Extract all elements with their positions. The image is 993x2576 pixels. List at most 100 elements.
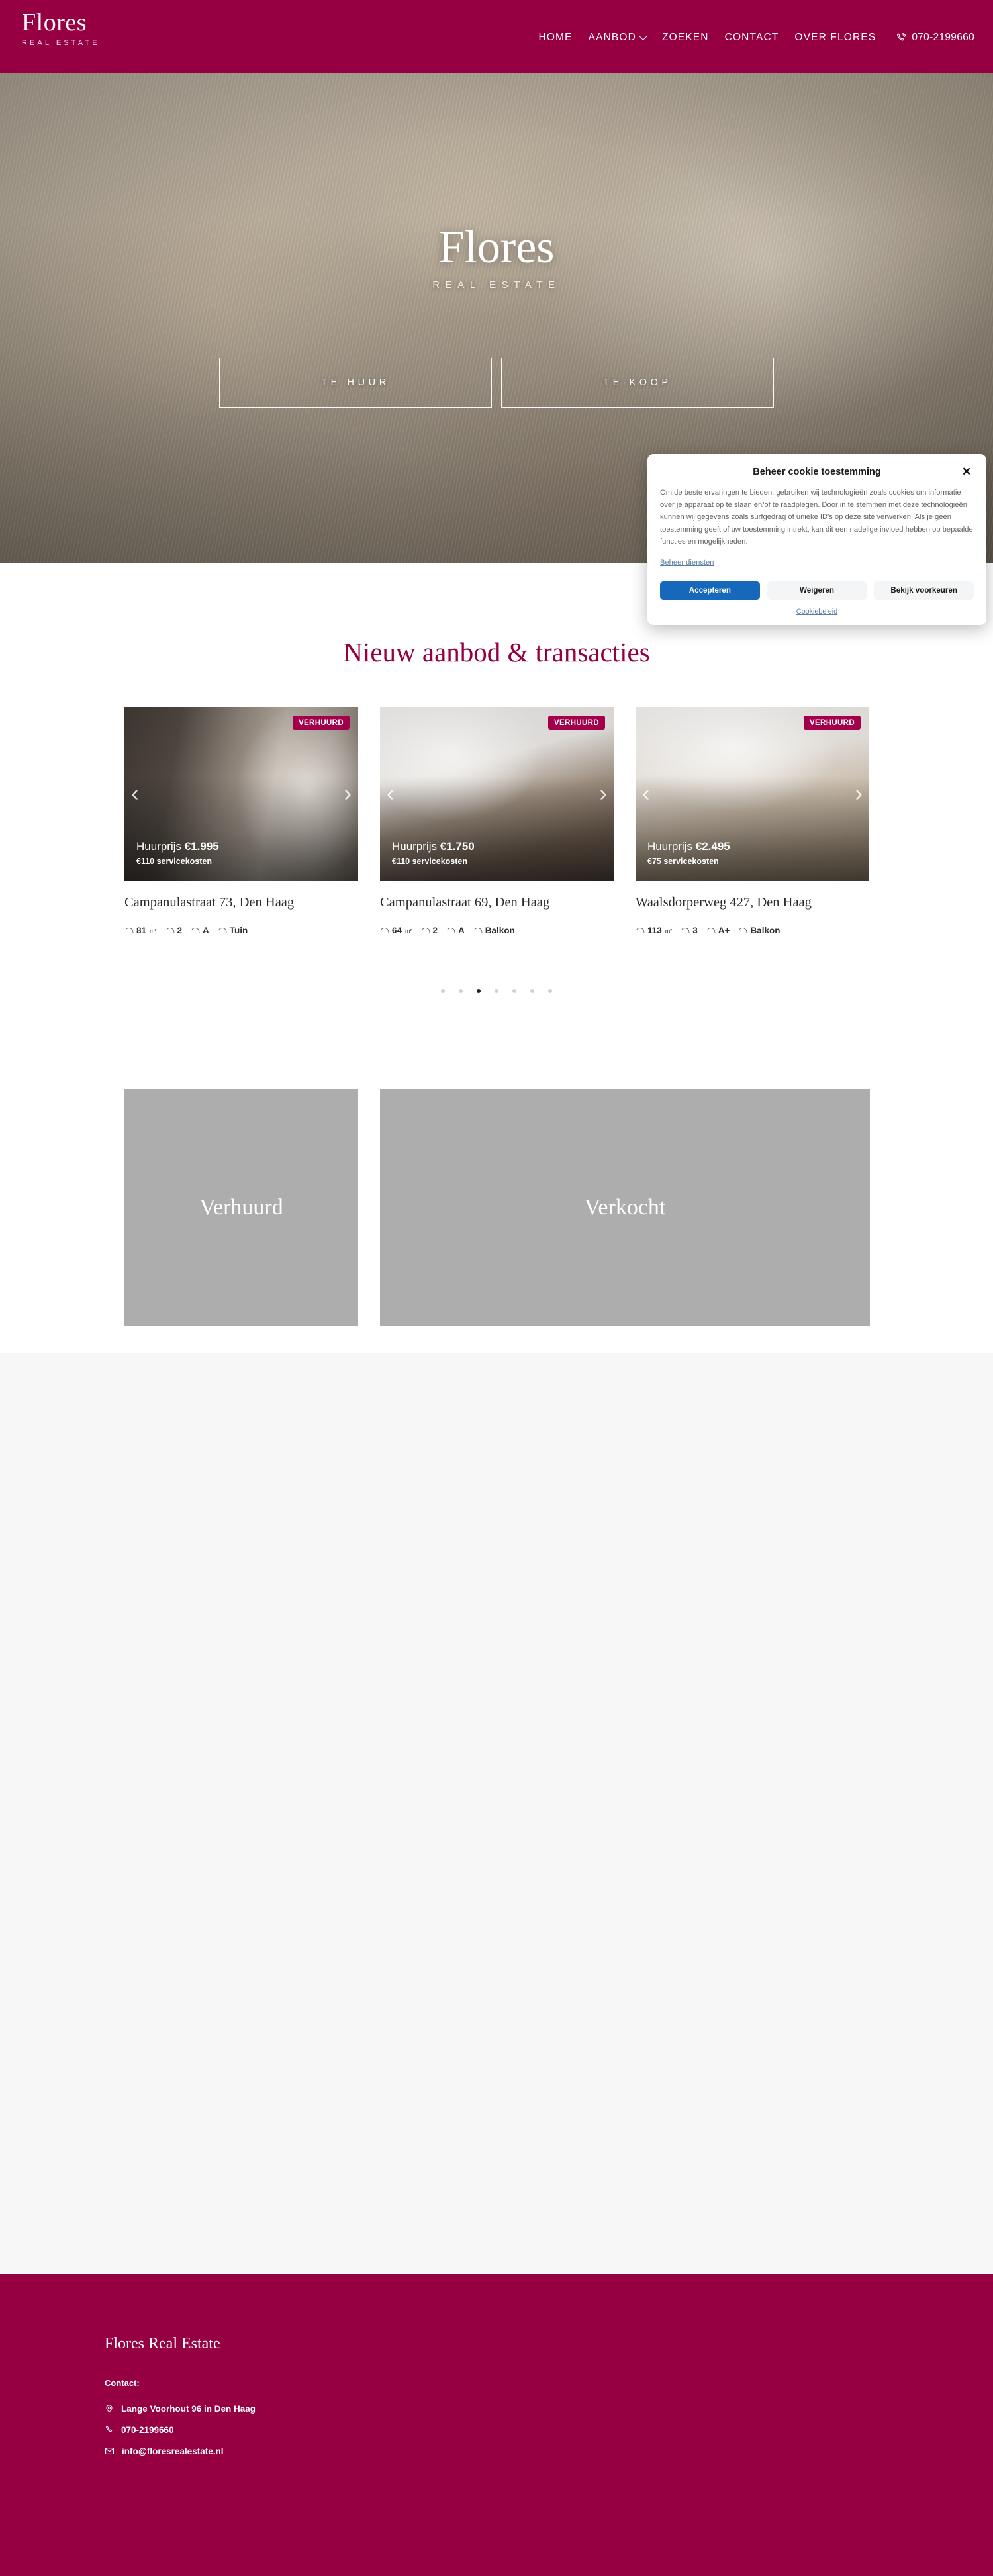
property-specs: 81 m² 2 A Tuin: [124, 926, 358, 935]
spec-energy-value: A+: [718, 926, 730, 935]
page-root: Flores REAL ESTATE HOME AANBOD ZOEKEN CO…: [0, 0, 993, 2576]
footer-content: Flores Real Estate Contact: Lange Voorho…: [105, 2334, 502, 2467]
tile-verkocht-label: Verkocht: [584, 1195, 666, 1219]
nav-item-aanbod[interactable]: AANBOD: [588, 31, 647, 44]
spec-rooms-value: 3: [692, 926, 698, 935]
spec-outdoor: Balkon: [737, 926, 780, 935]
footer-email-item[interactable]: info@floresrealestate.nl: [105, 2446, 502, 2456]
carousel-dot[interactable]: [495, 989, 498, 993]
carousel-prev-arrow[interactable]: ‹: [131, 783, 138, 805]
footer-address-item[interactable]: Lange Voorhout 96 in Den Haag: [105, 2403, 502, 2414]
area-icon: [635, 927, 645, 934]
phone-ring-icon: [896, 32, 907, 44]
header-phone-link[interactable]: 070-2199660: [896, 32, 974, 44]
carousel-dot-active[interactable]: [477, 989, 481, 993]
nav-item-home[interactable]: HOME: [539, 32, 573, 44]
price-prefix: Huurprijs: [136, 840, 182, 853]
nav-item-over-flores[interactable]: OVER FLORES: [794, 32, 876, 44]
spec-area-value: 81: [136, 926, 147, 935]
spec-energy-value: A: [458, 926, 465, 935]
accept-cookies-button[interactable]: Accepteren: [660, 581, 760, 600]
area-icon: [379, 927, 389, 934]
property-card[interactable]: VERHUURD ‹ › Huurprijs €1.750 €110 servi…: [379, 707, 614, 935]
footer-brand: Flores Real Estate: [105, 2335, 220, 2352]
property-card[interactable]: VERHUURD ‹ › Huurprijs €1.995 €110 servi…: [124, 707, 358, 935]
nav-item-zoeken-label: ZOEKEN: [661, 32, 709, 43]
nav-item-aanbod-label: AANBOD: [588, 32, 636, 43]
carousel-dot[interactable]: [459, 989, 463, 993]
spec-rooms: 2: [420, 926, 438, 935]
brand-name: Flores: [22, 9, 87, 36]
view-preferences-button[interactable]: Bekijk voorkeuren: [874, 581, 974, 600]
property-carousel: VERHUURD ‹ › Huurprijs €1.995 €110 servi…: [124, 707, 869, 935]
rooms-icon: [680, 927, 690, 934]
spec-area-value: 64: [392, 926, 402, 935]
spec-rooms-value: 2: [432, 926, 438, 935]
site-header: Flores REAL ESTATE HOME AANBOD ZOEKEN CO…: [0, 0, 993, 73]
tile-verkocht[interactable]: Verkocht: [380, 1089, 870, 1326]
service-costs: €110 servicekosten: [136, 857, 212, 866]
spec-area-unit: m²: [150, 927, 157, 934]
price-block: Huurprijs €2.495 €75 servicekosten: [647, 839, 730, 866]
property-card[interactable]: VERHUURD ‹ › Huurprijs €2.495 €75 servic…: [635, 707, 869, 935]
main-navigation: HOME AANBOD ZOEKEN CONTACT OVER FLORES 0…: [539, 29, 975, 46]
footer-contact-list: Lange Voorhout 96 in Den Haag 070-219966…: [105, 2403, 502, 2456]
area-icon: [124, 927, 134, 934]
nav-item-contact-label: CONTACT: [724, 32, 779, 43]
spec-area: 113 m²: [635, 926, 673, 935]
listings-section: Nieuw aanbod & transacties VERHUURD ‹ › …: [0, 563, 993, 1344]
service-costs: €75 servicekosten: [647, 857, 719, 866]
carousel-prev-arrow[interactable]: ‹: [642, 783, 649, 805]
carousel-dot[interactable]: [548, 989, 552, 993]
carousel-next-arrow[interactable]: ›: [600, 783, 607, 805]
tile-verhuurd[interactable]: Verhuurd: [124, 1089, 358, 1326]
brand-logo[interactable]: Flores REAL ESTATE: [22, 9, 167, 47]
spec-area-unit: m²: [405, 927, 412, 934]
property-image: VERHUURD ‹ › Huurprijs €1.750 €110 servi…: [380, 707, 614, 881]
property-specs: 113 m² 3 A+ Balkon: [635, 926, 869, 935]
cookie-dialog-title: Beheer cookie toestemming: [753, 467, 881, 477]
property-image: VERHUURD ‹ › Huurprijs €1.995 €110 servi…: [124, 707, 358, 881]
hero-title: Flores: [438, 222, 555, 273]
spec-rooms: 2: [164, 926, 182, 935]
manage-services-link[interactable]: Beheer diensten: [660, 559, 714, 567]
close-icon[interactable]: ✕: [959, 465, 974, 479]
footer-address-text: Lange Voorhout 96 in Den Haag: [121, 2403, 256, 2414]
carousel-dot[interactable]: [530, 989, 534, 993]
footer-phone-item[interactable]: 070-2199660: [105, 2424, 502, 2435]
property-address: Campanulastraat 69, Den Haag: [380, 895, 550, 910]
outdoor-icon: [217, 927, 227, 934]
spec-energy-label: A: [190, 926, 209, 935]
category-tiles: Verhuurd Verkocht: [124, 1089, 870, 1326]
nav-item-zoeken[interactable]: ZOEKEN: [662, 32, 709, 44]
cookie-consent-dialog: Beheer cookie toestemming ✕ Om de beste …: [647, 454, 986, 625]
spec-outdoor-value: Tuin: [229, 926, 248, 935]
spec-area-unit: m²: [665, 927, 673, 934]
cookie-dialog-actions: Accepteren Weigeren Bekijk voorkeuren: [660, 581, 974, 600]
spec-outdoor-value: Balkon: [750, 926, 780, 935]
property-address: Waalsdorperweg 427, Den Haag: [636, 895, 812, 910]
carousel-prev-arrow[interactable]: ‹: [387, 783, 394, 805]
carousel-dot[interactable]: [512, 989, 516, 993]
property-image: VERHUURD ‹ › Huurprijs €2.495 €75 servic…: [636, 707, 869, 881]
cookie-policy-link[interactable]: Cookiebeleid: [660, 608, 974, 616]
carousel-dot[interactable]: [441, 989, 445, 993]
deny-cookies-button[interactable]: Weigeren: [767, 581, 867, 600]
price-block: Huurprijs €1.750 €110 servicekosten: [392, 839, 475, 866]
price-line: Huurprijs €2.495: [647, 839, 730, 854]
price-prefix: Huurprijs: [392, 840, 438, 853]
carousel-next-arrow[interactable]: ›: [855, 783, 863, 805]
location-pin-icon: [105, 2403, 114, 2414]
price-block: Huurprijs €1.995 €110 servicekosten: [136, 839, 219, 866]
te-huur-button[interactable]: TE HUUR: [219, 358, 492, 408]
spec-energy-label: A+: [706, 926, 730, 935]
nav-item-contact[interactable]: CONTACT: [725, 32, 779, 44]
brand-subtitle: REAL ESTATE: [22, 39, 100, 47]
spec-area: 81 m²: [124, 926, 157, 935]
spec-outdoor: Tuin: [217, 926, 248, 935]
te-koop-button[interactable]: TE KOOP: [501, 358, 774, 408]
price-line: Huurprijs €1.995: [136, 839, 219, 854]
price-line: Huurprijs €1.750: [392, 839, 475, 854]
spec-area-value: 113: [647, 926, 662, 935]
carousel-next-arrow[interactable]: ›: [344, 783, 352, 805]
